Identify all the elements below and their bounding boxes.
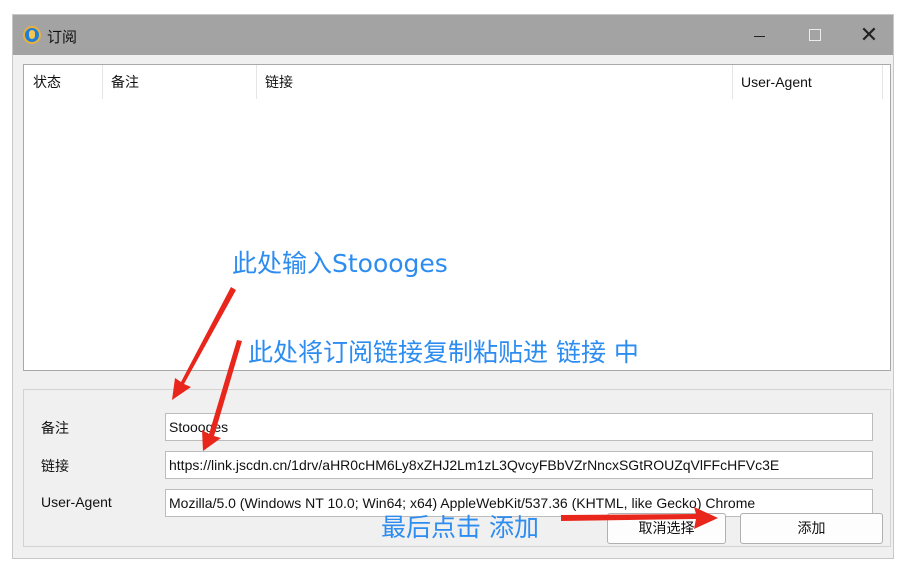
remark-label: 备注 xyxy=(41,420,69,436)
link-hint-annotation: 此处将订阅链接复制粘贴进 链接 中 xyxy=(248,338,639,367)
close-icon: ✕ xyxy=(859,22,879,47)
subscription-window: 订阅 ✕ 状态 备注 链接 User-Agent 备注 链接 User-Agen… xyxy=(12,14,894,559)
minimize-icon xyxy=(753,35,765,37)
link-label: 链接 xyxy=(41,458,69,474)
close-button[interactable]: ✕ xyxy=(846,15,892,55)
add-hint-annotation: 最后点击 添加 xyxy=(381,513,539,542)
list-header: 状态 备注 链接 User-Agent xyxy=(24,65,890,99)
maximize-icon xyxy=(809,29,821,41)
window-title: 订阅 xyxy=(47,29,78,46)
column-header-link[interactable]: 链接 xyxy=(256,65,732,99)
remark-input[interactable] xyxy=(165,413,873,441)
minimize-button[interactable] xyxy=(736,15,782,55)
column-header-remark[interactable]: 备注 xyxy=(102,65,256,99)
remark-hint-annotation: 此处输入Stoooges xyxy=(232,249,448,278)
add-button[interactable]: 添加 xyxy=(740,513,883,544)
link-input[interactable] xyxy=(165,451,873,479)
subscription-list[interactable]: 状态 备注 链接 User-Agent xyxy=(23,64,891,371)
column-divider[interactable] xyxy=(882,65,883,99)
user-agent-label: User-Agent xyxy=(41,494,112,510)
column-header-user-agent[interactable]: User-Agent xyxy=(732,65,882,99)
app-logo-icon xyxy=(23,26,41,44)
column-header-status[interactable]: 状态 xyxy=(24,65,102,99)
title-bar[interactable]: 订阅 ✕ xyxy=(13,15,893,55)
cancel-selection-button[interactable]: 取消选择 xyxy=(607,513,726,544)
maximize-button[interactable] xyxy=(792,15,838,55)
